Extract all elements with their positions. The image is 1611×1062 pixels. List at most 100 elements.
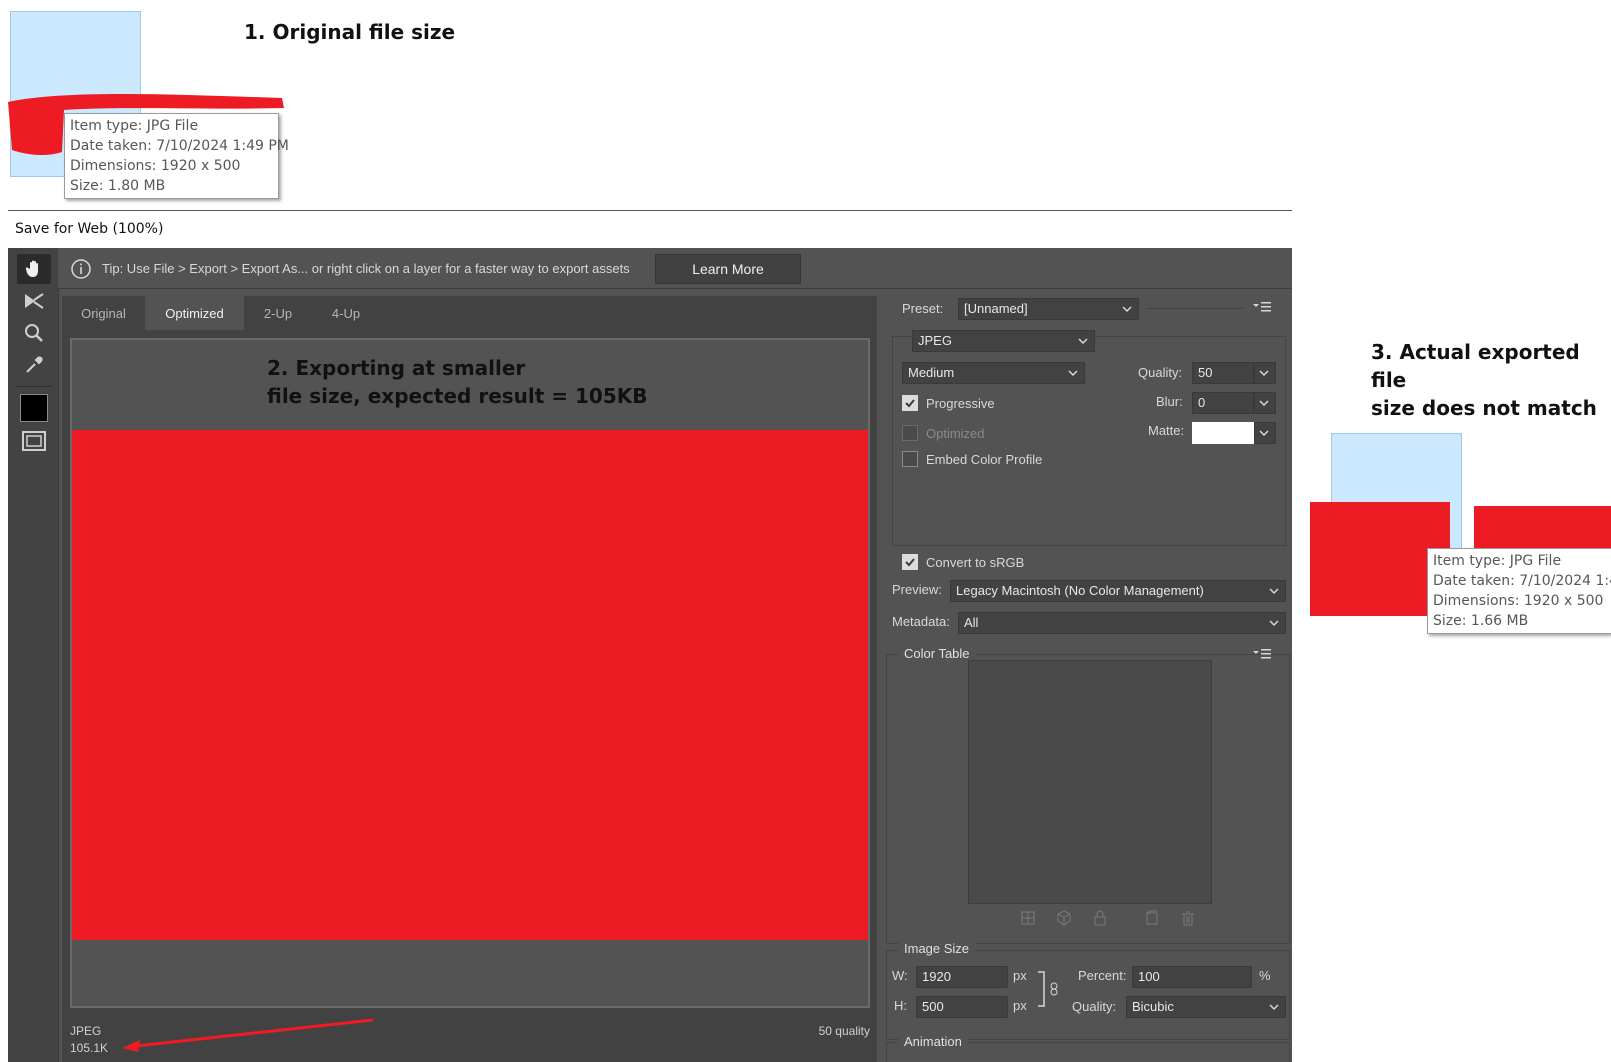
annotation-arrow — [122, 1018, 374, 1052]
image-size-group — [886, 950, 1290, 1040]
zoom-icon — [25, 324, 43, 342]
percent-input[interactable]: 100 — [1132, 966, 1252, 988]
matte-color-swatch[interactable] — [1192, 422, 1254, 444]
width-unit: px — [1013, 968, 1027, 983]
blur-slider-toggle[interactable] — [1254, 392, 1276, 414]
width-input[interactable]: 1920 — [916, 966, 1008, 988]
progressive-label: Progressive — [926, 396, 995, 411]
toggle-slices-visibility[interactable] — [17, 426, 51, 456]
tab-2-up[interactable]: 2-Up — [244, 296, 312, 330]
height-label: H: — [894, 998, 907, 1013]
slice-select-icon — [25, 293, 44, 309]
preview-area: 2. Exporting at smaller file size, expec… — [62, 330, 877, 1062]
resample-quality-value: Bicubic — [1132, 999, 1174, 1014]
optimize-menu-icon[interactable] — [1252, 301, 1272, 313]
hand-tool[interactable] — [17, 254, 51, 284]
cube-icon[interactable] — [1056, 910, 1072, 926]
learn-more-button[interactable]: Learn More — [655, 254, 801, 284]
quality-slider-toggle[interactable] — [1254, 362, 1276, 384]
quality-input[interactable]: 50 — [1192, 362, 1254, 384]
tip-bar: Tip: Use File > Export > Export As... or… — [58, 248, 1292, 289]
tooltip-size: Size: 1.66 MB — [1433, 613, 1529, 629]
preview-image — [72, 430, 868, 940]
new-color-icon[interactable] — [1144, 910, 1160, 926]
chevron-down-icon — [1122, 306, 1132, 313]
compression-quality-dropdown[interactable]: Medium — [902, 362, 1085, 384]
preview-label: Preview: — [892, 582, 942, 597]
convert-srgb-label: Convert to sRGB — [926, 555, 1025, 570]
zoom-tool[interactable] — [17, 318, 51, 348]
info-icon — [71, 259, 91, 279]
color-table-swatches[interactable] — [968, 660, 1212, 904]
tool-column — [8, 248, 59, 1062]
height-input[interactable]: 500 — [916, 996, 1008, 1018]
metadata-dropdown[interactable]: All — [958, 612, 1286, 634]
tab-original[interactable]: Original — [62, 296, 145, 330]
animation-title: Animation — [898, 1034, 968, 1049]
optimize-settings-panel: Preset: [Unnamed] JPEG Medium Quality: 5… — [882, 296, 1292, 1062]
preview-dropdown[interactable]: Legacy Macintosh (No Color Management) — [950, 580, 1286, 602]
blur-input[interactable]: 0 — [1192, 392, 1254, 414]
matte-label: Matte: — [1148, 423, 1185, 438]
tooltip-item-type: Item type: JPG File — [70, 118, 199, 134]
annotation-step3-line2: size does not match — [1371, 396, 1597, 420]
annotation-step1: 1. Original file size — [244, 20, 456, 44]
tooltip-item-type: Item type: JPG File — [1433, 553, 1562, 569]
embed-color-profile-checkbox[interactable] — [902, 451, 918, 467]
chevron-down-icon — [1259, 400, 1269, 407]
tip-text: Tip: Use File > Export > Export As... or… — [102, 261, 630, 276]
file-properties-tooltip-exported: Item type: JPG File Date taken: 7/10/202… — [1427, 548, 1611, 634]
color-table-menu-icon[interactable] — [1252, 648, 1272, 660]
embed-color-profile-label: Embed Color Profile — [926, 452, 1043, 467]
convert-srgb-checkbox[interactable] — [902, 554, 918, 570]
preset-separator — [1146, 308, 1244, 309]
tooltip-dimensions: Dimensions: 1920 x 500 — [70, 158, 241, 174]
status-format: JPEG — [70, 1024, 102, 1038]
constrain-proportions-icon[interactable] — [1036, 970, 1064, 1010]
tab-4-up[interactable]: 4-Up — [312, 296, 380, 330]
resample-quality-dropdown[interactable]: Bicubic — [1126, 996, 1286, 1018]
optimized-checkbox[interactable] — [902, 425, 918, 441]
blur-label: Blur: — [1156, 394, 1183, 409]
checkmark-icon — [905, 399, 915, 408]
annotation-step2-line1: 2. Exporting at smaller — [267, 356, 526, 380]
annotation-step3-line1: 3. Actual exported file — [1371, 340, 1580, 392]
hand-icon — [25, 260, 38, 277]
image-size-title: Image Size — [898, 941, 976, 956]
matte-dropdown[interactable] — [1254, 422, 1276, 444]
annotation-step2-line2: file size, expected result = 105KB — [267, 384, 648, 408]
preset-label: Preset: — [902, 301, 944, 316]
chevron-down-icon — [1259, 430, 1269, 437]
file-properties-tooltip-original: Item type: JPG File Date taken: 7/10/202… — [64, 113, 289, 199]
width-label: W: — [892, 968, 908, 983]
web-snap-icon[interactable] — [1020, 910, 1036, 926]
lock-icon[interactable] — [1092, 910, 1108, 926]
preview-status-bar: JPEG 105.1K 50 quality — [70, 1014, 870, 1062]
tooltip-date-taken: Date taken: 7/10/2024 1:49 PM — [70, 138, 289, 154]
view-tabs: Original Optimized 2-Up 4-Up — [62, 296, 877, 330]
file-format-dropdown[interactable]: JPEG — [912, 330, 1095, 352]
eyedropper-color-swatch[interactable] — [20, 394, 48, 422]
file-format-value: JPEG — [918, 333, 952, 348]
slice-select-tool[interactable] — [17, 286, 51, 316]
save-for-web-dialog: Tip: Use File > Export > Export As... or… — [8, 248, 1292, 1062]
chevron-down-icon — [1078, 338, 1088, 345]
progressive-checkbox[interactable] — [902, 395, 918, 411]
quality-label: Quality: — [1138, 365, 1183, 380]
tab-optimized[interactable]: Optimized — [145, 296, 244, 330]
percent-label: Percent: — [1078, 968, 1127, 983]
tool-divider — [16, 386, 52, 387]
preset-value: [Unnamed] — [964, 301, 1028, 316]
eyedropper-tool[interactable] — [17, 350, 51, 380]
metadata-label: Metadata: — [892, 614, 950, 629]
status-quality: 50 quality — [818, 1024, 870, 1038]
resample-quality-label: Quality: — [1072, 999, 1117, 1014]
trash-icon[interactable] — [1180, 910, 1196, 926]
optimized-label: Optimized — [926, 426, 985, 441]
metadata-value: All — [964, 615, 979, 630]
status-file-size: 105.1K — [70, 1041, 109, 1055]
height-unit: px — [1013, 998, 1027, 1013]
optimized-preview[interactable] — [70, 338, 870, 1008]
preset-dropdown[interactable]: [Unnamed] — [958, 298, 1139, 320]
tooltip-dimensions: Dimensions: 1920 x 500 — [1433, 593, 1604, 609]
